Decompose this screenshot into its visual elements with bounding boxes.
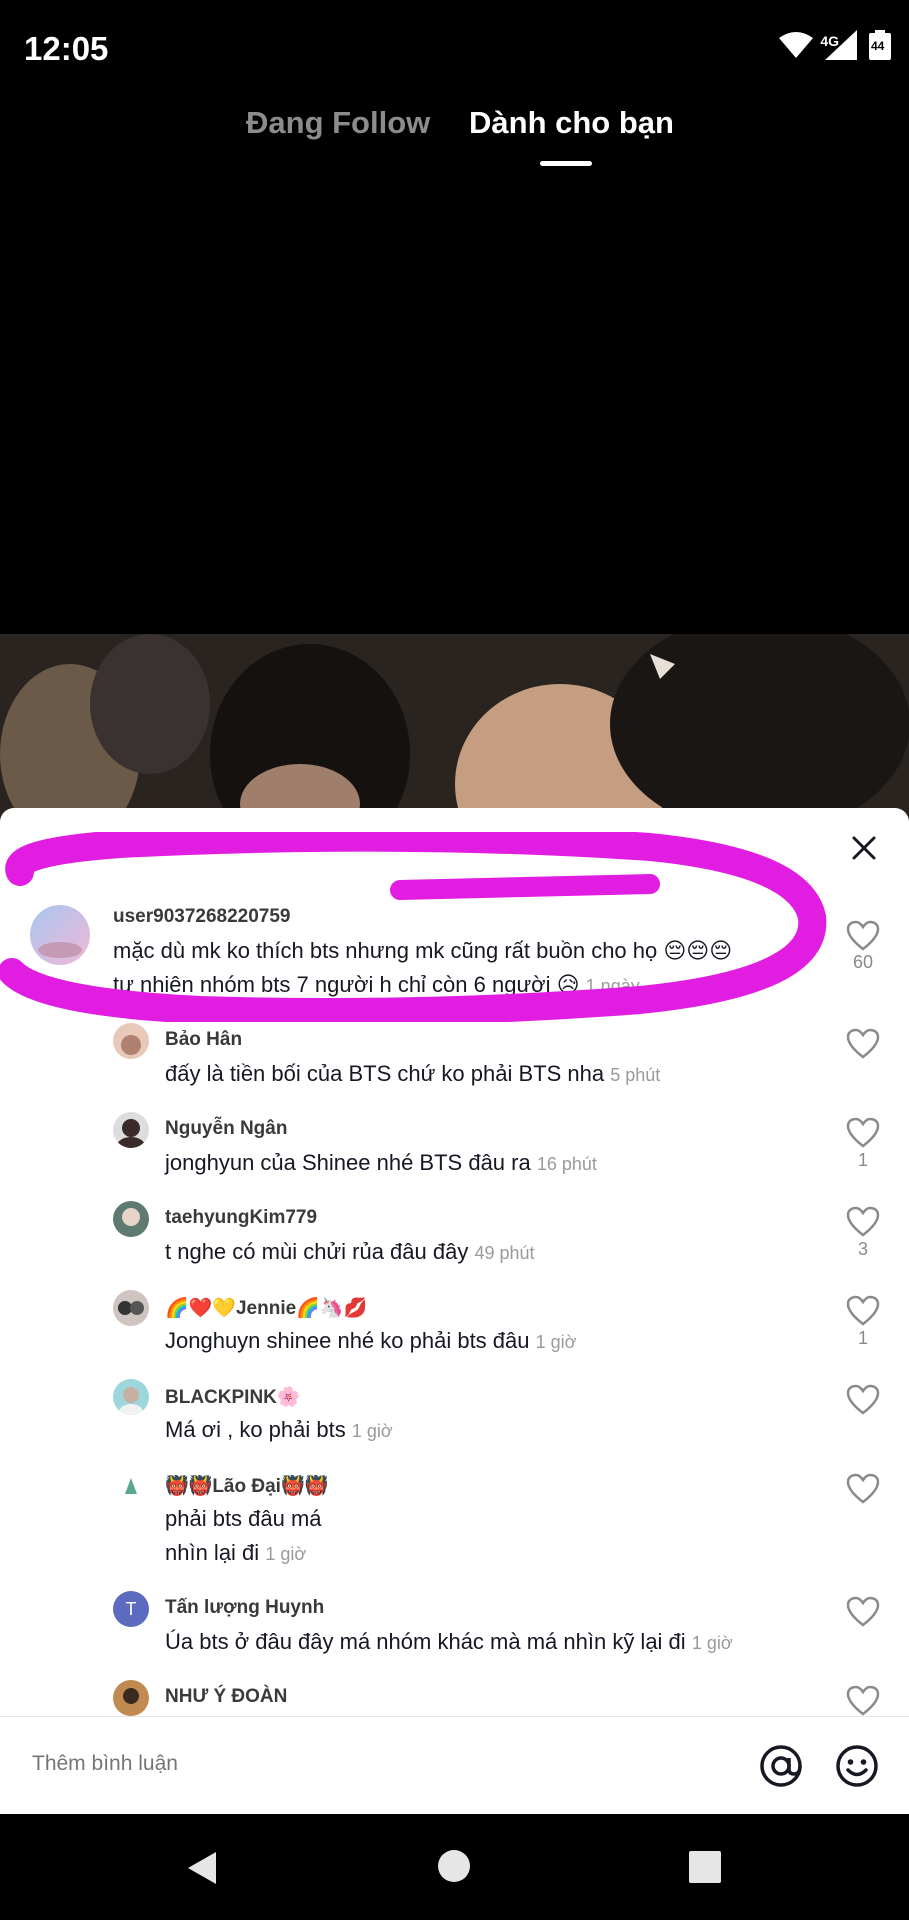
like-count: 1 — [857, 1150, 868, 1170]
comments-count-title: 9209 bình luận — [391, 832, 518, 852]
comment-text-line: t nghe có mùi chửi rủa đâu đây 49 phút — [165, 1235, 535, 1270]
comment-username[interactable]: Nguyễn Ngân — [165, 1118, 287, 1140]
like-count: 60 — [852, 952, 874, 972]
comment-time: 1 giờ — [691, 1633, 733, 1653]
signal-icon — [825, 30, 857, 60]
heart-icon[interactable] — [846, 1473, 880, 1505]
status-icons: 44 — [779, 30, 891, 60]
comment-text: Úa bts ở đâu đây má nhóm khác mà má nhìn… — [165, 1629, 686, 1654]
emoji-icon[interactable] — [834, 1743, 880, 1789]
comment-text: jonghyun của Shinee nhé BTS đâu ra — [165, 1150, 531, 1175]
like-count: 3 — [857, 1239, 868, 1259]
comment-text: đấy là tiền bối của BTS chứ ko phải BTS … — [165, 1061, 605, 1086]
heart-icon[interactable] — [846, 1206, 880, 1238]
comment-time: 1 giờ — [351, 1421, 393, 1441]
comment-text-line: Úa bts ở đâu đây má nhóm khác mà má nhìn… — [165, 1625, 733, 1660]
status-time: 12:05 — [24, 30, 109, 67]
comment-text-cont: tự nhiên nhóm bts 7 người h chỉ còn 6 ng… — [113, 972, 580, 997]
home-icon[interactable] — [436, 1848, 472, 1884]
system-nav-bar — [0, 1814, 909, 1920]
avatar[interactable] — [113, 1201, 149, 1237]
like-count: 1 — [857, 1328, 868, 1348]
comment-text-line: Má ơi , ko phải bts 1 giờ — [165, 1413, 393, 1448]
comment-time: 1 giờ — [535, 1332, 577, 1352]
comment-time: 49 phút — [474, 1243, 535, 1263]
heart-icon[interactable] — [846, 1596, 880, 1628]
avatar[interactable] — [113, 1379, 149, 1415]
comment-text-line: jonghyun của Shinee nhé BTS đâu ra 16 ph… — [165, 1146, 597, 1181]
mention-icon[interactable] — [758, 1743, 804, 1789]
comment-text: t nghe có mùi chửi rủa đâu đây — [165, 1239, 469, 1264]
avatar[interactable] — [113, 1112, 149, 1148]
comment-time: 5 phút — [610, 1065, 661, 1085]
heart-icon[interactable] — [846, 1295, 880, 1327]
comment-text-line2: nhìn lại đi 1 giờ — [165, 1536, 306, 1571]
comment-text: Má ơi , ko phải bts — [165, 1417, 346, 1442]
comment-username[interactable]: 🌈❤️💛Jennie🌈🦄💋 — [165, 1296, 367, 1320]
comment-text-line2: tự nhiên nhóm bts 7 người h chỉ còn 6 ng… — [113, 968, 640, 1003]
avatar[interactable] — [113, 1680, 149, 1716]
comment-time: 1 ngày — [585, 976, 640, 996]
comment-composer — [0, 1716, 909, 1815]
avatar[interactable]: T — [113, 1591, 149, 1627]
comment-time: 1 giờ — [265, 1544, 307, 1564]
status-bar: 12:05 4G 44 — [0, 0, 909, 100]
heart-icon[interactable] — [846, 1685, 880, 1717]
back-icon[interactable] — [182, 1848, 222, 1888]
wifi-icon — [779, 32, 813, 58]
comment-username[interactable]: BLACKPINK🌸 — [165, 1385, 301, 1409]
comment-text: mặc dù mk ko thích bts nhưng mk cũng rất… — [113, 938, 733, 963]
comment-text-cont: nhìn lại đi — [165, 1540, 260, 1565]
avatar[interactable] — [30, 905, 90, 965]
comment-username[interactable]: NHƯ Ý ĐOÀN — [165, 1686, 287, 1708]
comment-username[interactable]: 👹👹Lão Đại👹👹 — [165, 1474, 328, 1498]
tab-active-indicator — [540, 161, 592, 166]
avatar[interactable] — [113, 1023, 149, 1059]
avatar-letter: T — [125, 1599, 137, 1619]
comment-text: Jonghuyn shinee nhé ko phải bts đâu — [165, 1328, 530, 1353]
tab-following[interactable]: Đang Follow — [246, 105, 430, 141]
heart-icon[interactable] — [846, 920, 880, 952]
comment-text-line: Jonghuyn shinee nhé ko phải bts đâu 1 gi… — [165, 1324, 576, 1359]
heart-icon[interactable] — [846, 1384, 880, 1416]
battery-level: 44 — [871, 39, 885, 53]
comment-username[interactable]: Bảo Hân — [165, 1029, 242, 1051]
comment-text: phải bts đâu má — [165, 1506, 322, 1531]
tab-for-you[interactable]: Dành cho bạn — [469, 105, 674, 141]
avatar[interactable] — [113, 1468, 149, 1504]
video-frame — [0, 634, 909, 824]
comment-input[interactable] — [30, 1751, 734, 1777]
comment-username[interactable]: taehyungKim779 — [165, 1207, 317, 1229]
comment-time: 16 phút — [536, 1154, 597, 1174]
close-icon[interactable] — [846, 830, 882, 866]
comment-username[interactable]: Tấn lượng Huynh — [165, 1597, 324, 1619]
heart-icon[interactable] — [846, 1028, 880, 1060]
comment-text-line: đấy là tiền bối của BTS chứ ko phải BTS … — [165, 1057, 660, 1092]
comment-username[interactable]: user9037268220759 — [113, 906, 291, 928]
video-player[interactable] — [0, 634, 909, 824]
heart-icon[interactable] — [846, 1117, 880, 1149]
recents-icon[interactable] — [688, 1850, 722, 1884]
avatar[interactable] — [113, 1290, 149, 1326]
battery-icon: 44 — [869, 30, 891, 60]
